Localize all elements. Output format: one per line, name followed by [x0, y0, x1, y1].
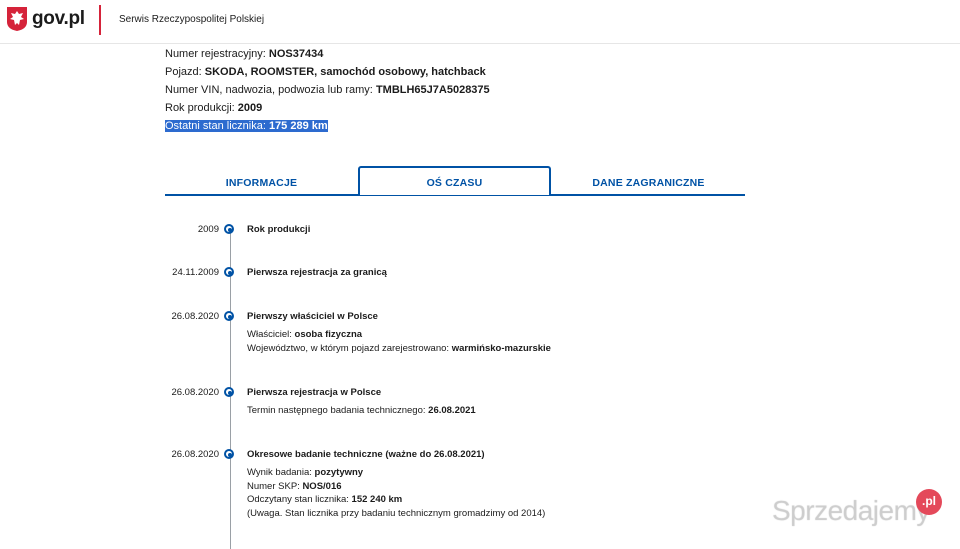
production-year-row: Rok produkcji: 2009 [165, 102, 263, 114]
timeline-title: Pierwszy właściciel w Polsce [247, 311, 378, 322]
timeline-date: 26.08.2020 [171, 449, 219, 460]
vehicle-info: Numer rejestracyjny: NOS37434 Pojazd: SK… [165, 45, 490, 135]
odometer-row: Ostatni stan licznika: 175 289 km [165, 120, 328, 132]
timeline-date: 24.11.2009 [172, 267, 219, 278]
tab-os-czasu[interactable]: OŚ CZASU [358, 166, 551, 195]
timeline-detail: Odczytany stan licznika: 152 240 km [247, 494, 403, 505]
timeline-detail: Wynik badania: pozytywny [247, 467, 364, 478]
tab-informacje[interactable]: INFORMACJE [165, 168, 358, 196]
polish-eagle-icon[interactable] [6, 6, 28, 32]
site-header: gov.pl Serwis Rzeczypospolitej Polskiej [0, 0, 960, 44]
timeline-title: Pierwsza rejestracja w Polsce [247, 387, 382, 398]
tab-bar: INFORMACJE OŚ CZASU DANE ZAGRANICZNE [165, 166, 745, 196]
timeline-detail: Numer SKP: NOS/016 [247, 481, 342, 492]
vin-row: Numer VIN, nadwozia, podwozia lub ramy: … [165, 84, 490, 96]
timeline-dot [224, 449, 234, 459]
timeline-date: 26.08.2020 [171, 387, 219, 398]
timeline-dot [224, 387, 234, 397]
header-divider [99, 5, 101, 35]
timeline-detail: Właściciel: osoba fizyczna [247, 329, 363, 340]
timeline-date: 26.08.2020 [171, 311, 219, 322]
timeline-date: 2009 [197, 224, 219, 235]
gov-pl-logo[interactable]: gov.pl [32, 8, 85, 30]
timeline-detail: Województwo, w którym pojazd zarejestrow… [247, 343, 551, 354]
timeline-title: Okresowe badanie techniczne (ważne do 26… [247, 449, 485, 460]
timeline-dot [224, 224, 234, 234]
timeline-dot [224, 267, 234, 277]
timeline-detail: Termin następnego badania technicznego: … [247, 405, 476, 416]
tab-dane-zagraniczne[interactable]: DANE ZAGRANICZNE [552, 168, 745, 196]
timeline-title: Rok produkcji [247, 224, 311, 235]
vehicle-row: Pojazd: SKODA, ROOMSTER, samochód osobow… [165, 66, 486, 78]
sprzedajemy-badge: .pl [916, 489, 942, 515]
timeline-detail-note: (Uwaga. Stan licznika przy badaniu techn… [247, 508, 546, 519]
registration-row: Numer rejestracyjny: NOS37434 [165, 48, 324, 60]
sprzedajemy-watermark: Sprzedajemy [772, 495, 930, 526]
timeline-dot [224, 311, 234, 321]
service-name: Serwis Rzeczypospolitej Polskiej [119, 14, 265, 25]
timeline-title: Pierwsza rejestracja za granicą [247, 267, 387, 278]
